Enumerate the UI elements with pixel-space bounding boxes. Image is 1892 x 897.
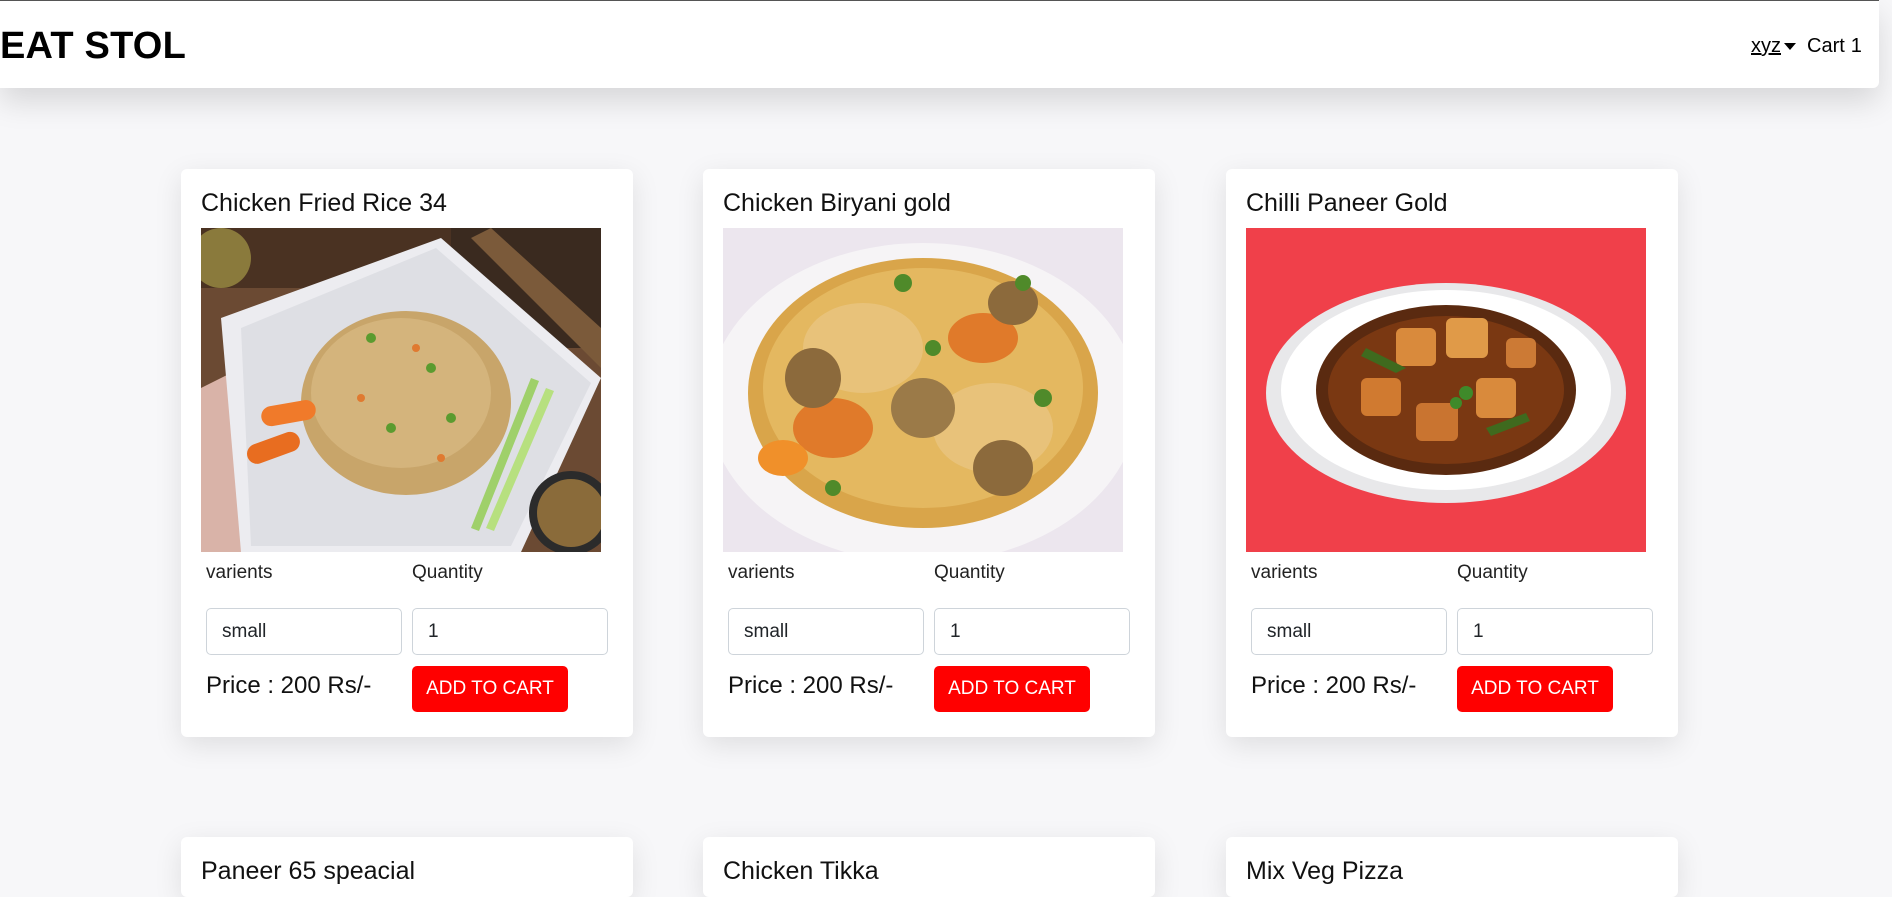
biryani-photo: [723, 228, 1123, 552]
quantity-select[interactable]: 1: [1457, 608, 1653, 655]
cart-link[interactable]: Cart 1: [1807, 35, 1862, 58]
product-title: Paneer 65 speacial: [201, 857, 416, 885]
cart-count: 1: [1850, 35, 1862, 57]
product-title: Chicken Biryani gold: [723, 189, 951, 217]
product-title: Chicken Fried Rice 34: [201, 189, 447, 217]
quantity-select[interactable]: 1: [412, 608, 608, 655]
add-to-cart-button[interactable]: ADD TO CART: [934, 666, 1090, 712]
cart-label: Cart: [1807, 35, 1845, 57]
variants-label: varients: [206, 562, 273, 583]
product-title: Mix Veg Pizza: [1246, 857, 1404, 885]
variants-label: varients: [1251, 562, 1318, 583]
quantity-select[interactable]: 1: [934, 608, 1130, 655]
product-card: Chicken Tikka: [703, 837, 1155, 897]
product-title: Chicken Tikka: [723, 857, 879, 885]
product-card: Chilli Paneer Gold varients Quantity sma…: [1226, 169, 1678, 737]
variant-select[interactable]: small: [728, 608, 924, 655]
top-navbar: EAT STOL xyz Cart 1: [0, 0, 1879, 88]
variants-label: varients: [728, 562, 795, 583]
quantity-label: Quantity: [934, 562, 1005, 583]
add-to-cart-button[interactable]: ADD TO CART: [1457, 666, 1613, 712]
quantity-label: Quantity: [412, 562, 483, 583]
chevron-down-icon[interactable]: [1784, 43, 1796, 50]
user-menu-dropdown[interactable]: xyz: [1751, 35, 1781, 58]
product-card: Chicken Fried Rice 34 varients Quantity: [181, 169, 633, 737]
price-text: Price : 200 Rs/-: [728, 672, 894, 699]
variant-select[interactable]: small: [1251, 608, 1447, 655]
fried-rice-photo: [201, 228, 601, 552]
price-text: Price : 200 Rs/-: [206, 672, 372, 699]
brand-logo[interactable]: EAT STOL: [0, 25, 186, 68]
chilli-paneer-photo: [1246, 228, 1646, 552]
product-title: Chilli Paneer Gold: [1246, 189, 1448, 217]
product-card: Chicken Biryani gold varients Quantity s…: [703, 169, 1155, 737]
product-card: Paneer 65 speacial: [181, 837, 633, 897]
add-to-cart-button[interactable]: ADD TO CART: [412, 666, 568, 712]
product-card: Mix Veg Pizza: [1226, 837, 1678, 897]
quantity-label: Quantity: [1457, 562, 1528, 583]
variant-select[interactable]: small: [206, 608, 402, 655]
price-text: Price : 200 Rs/-: [1251, 672, 1417, 699]
